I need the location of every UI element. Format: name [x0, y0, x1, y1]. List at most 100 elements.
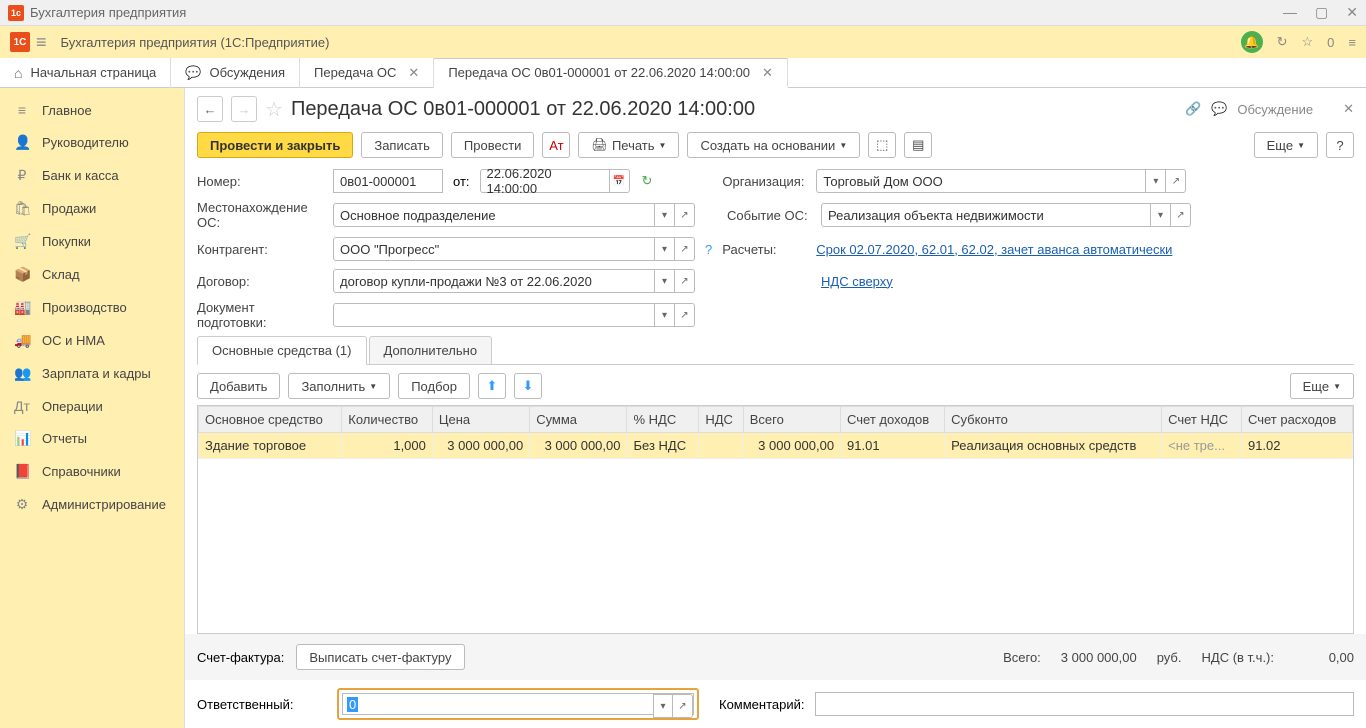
history-icon[interactable]: ↻ — [1277, 34, 1288, 50]
issue-invoice-button[interactable]: Выписать счет-фактуру — [296, 644, 464, 670]
column-header[interactable]: % НДС — [627, 407, 699, 433]
sidebar-item-2[interactable]: ₽Банк и касса — [0, 159, 184, 192]
calendar-icon[interactable]: 📅 — [610, 169, 630, 193]
tab-assets[interactable]: Основные средства (1) — [197, 336, 367, 365]
hamburger-icon[interactable]: ≡ — [36, 32, 47, 53]
close-icon[interactable]: ✕ — [762, 65, 773, 81]
sidebar-item-1[interactable]: 👤Руководителю — [0, 126, 184, 159]
column-header[interactable]: Счет расходов — [1241, 407, 1352, 433]
column-header[interactable]: Цена — [432, 407, 529, 433]
column-header[interactable]: Субконто — [945, 407, 1162, 433]
discuss-icon[interactable]: 💬 — [1211, 101, 1227, 117]
column-header[interactable]: Всего — [743, 407, 840, 433]
more-icon[interactable]: ≡ — [1348, 35, 1356, 50]
column-header[interactable]: НДС — [699, 407, 743, 433]
close-button[interactable]: ✕ — [1346, 4, 1358, 21]
post-button[interactable]: Провести — [451, 132, 535, 158]
move-up-button[interactable]: ⬆ — [478, 373, 506, 399]
forward-button[interactable]: → — [231, 96, 257, 122]
link-icon[interactable]: 🔗 — [1185, 101, 1201, 117]
column-header[interactable]: Счет НДС — [1162, 407, 1242, 433]
sidebar-label: Склад — [42, 267, 80, 282]
favorite-icon[interactable]: ☆ — [265, 97, 283, 122]
add-button[interactable]: Добавить — [197, 373, 280, 399]
sidebar-label: Производство — [42, 300, 127, 315]
table-more-button[interactable]: Еще ▼ — [1290, 373, 1354, 399]
maximize-button[interactable]: ▢ — [1315, 4, 1328, 21]
back-button[interactable]: ← — [197, 96, 223, 122]
help-button[interactable]: ? — [1326, 132, 1354, 158]
more-button[interactable]: Еще ▼ — [1254, 132, 1318, 158]
minimize-button[interactable]: — — [1283, 4, 1297, 21]
sidebar-item-9[interactable]: ДтОперации — [0, 390, 184, 422]
prep-input[interactable] — [333, 303, 655, 327]
vat-link[interactable]: НДС сверху — [821, 274, 893, 289]
dropdown-icon[interactable]: ▾ — [653, 694, 673, 718]
comment-input[interactable] — [815, 692, 1355, 716]
hierarchy-icon[interactable]: ⬚ — [868, 132, 896, 158]
sidebar-item-10[interactable]: 📊Отчеты — [0, 422, 184, 455]
sidebar-item-0[interactable]: ≡Главное — [0, 94, 184, 126]
post-and-close-button[interactable]: Провести и закрыть — [197, 132, 353, 158]
contract-input[interactable]: договор купли-продажи №3 от 22.06.2020 — [333, 269, 655, 293]
sidebar-item-12[interactable]: ⚙Администрирование — [0, 488, 184, 521]
help-icon[interactable]: ? — [705, 242, 712, 257]
sidebar-item-4[interactable]: 🛒Покупки — [0, 225, 184, 258]
column-header[interactable]: Количество — [342, 407, 433, 433]
open-icon[interactable]: ↗ — [675, 303, 695, 327]
document-icon[interactable]: ▤ — [904, 132, 932, 158]
sidebar-item-7[interactable]: 🚚ОС и НМА — [0, 324, 184, 357]
save-button[interactable]: Записать — [361, 132, 443, 158]
sidebar-item-5[interactable]: 📦 Склад — [0, 258, 184, 291]
dropdown-icon[interactable]: ▾ — [655, 203, 675, 227]
responsible-input[interactable]: 0 ▾ ↗ — [342, 693, 694, 715]
open-icon[interactable]: ↗ — [1166, 169, 1186, 193]
star-icon[interactable]: ☆ — [1302, 34, 1314, 50]
location-input[interactable]: Основное подразделение — [333, 203, 655, 227]
vat-label: НДС (в т.ч.): — [1202, 650, 1275, 665]
sidebar-item-11[interactable]: 📕Справочники — [0, 455, 184, 488]
number-input[interactable]: 0в01-000001 — [333, 169, 443, 193]
counterparty-input[interactable]: ООО "Прогресс" — [333, 237, 655, 261]
dropdown-icon[interactable]: ▾ — [655, 237, 675, 261]
assets-table[interactable]: Основное средствоКоличествоЦенаСумма% НД… — [197, 405, 1354, 634]
discuss-label[interactable]: Обсуждение — [1237, 102, 1313, 117]
date-input[interactable]: 22.06.2020 14:00:00 — [480, 169, 610, 193]
close-panel-icon[interactable]: ✕ — [1343, 101, 1354, 117]
column-header[interactable]: Сумма — [530, 407, 627, 433]
event-input[interactable]: Реализация объекта недвижимости — [821, 203, 1151, 227]
column-header[interactable]: Основное средство — [199, 407, 342, 433]
open-icon[interactable]: ↗ — [675, 203, 695, 227]
sidebar-item-8[interactable]: 👥Зарплата и кадры — [0, 357, 184, 390]
tab-home[interactable]: ⌂ Начальная страница — [0, 58, 171, 88]
tab-transfer-2[interactable]: Передача ОС 0в01-000001 от 22.06.2020 14… — [434, 58, 788, 88]
sidebar-icon: 📦 — [14, 266, 30, 283]
column-header[interactable]: Счет доходов — [841, 407, 945, 433]
org-input[interactable]: Торговый Дом ООО — [816, 169, 1146, 193]
dropdown-icon[interactable]: ▾ — [655, 269, 675, 293]
open-icon[interactable]: ↗ — [1171, 203, 1191, 227]
bell-icon[interactable]: 🔔 — [1241, 31, 1263, 53]
tab-label: Начальная страница — [30, 65, 156, 80]
dropdown-icon[interactable]: ▾ — [1146, 169, 1166, 193]
fill-button[interactable]: Заполнить ▼ — [288, 373, 390, 399]
dropdown-icon[interactable]: ▾ — [1151, 203, 1171, 227]
print-button[interactable]: 🖨 Печать ▼ — [578, 132, 679, 158]
sidebar-item-6[interactable]: 🏭Производство — [0, 291, 184, 324]
open-icon[interactable]: ↗ — [675, 237, 695, 261]
refresh-icon[interactable]: ↻ — [642, 173, 653, 189]
close-icon[interactable]: ✕ — [408, 65, 419, 81]
select-button[interactable]: Подбор — [398, 373, 470, 399]
tab-additional[interactable]: Дополнительно — [369, 336, 493, 364]
calc-link[interactable]: Срок 02.07.2020, 62.01, 62.02, зачет ава… — [816, 242, 1172, 257]
dtkt-button[interactable]: Ат — [542, 132, 570, 158]
move-down-button[interactable]: ⬇ — [514, 373, 542, 399]
tab-transfer-1[interactable]: Передача ОС ✕ — [300, 58, 434, 88]
create-based-button[interactable]: Создать на основании ▼ — [687, 132, 860, 158]
open-icon[interactable]: ↗ — [675, 269, 695, 293]
tab-discussions[interactable]: 💬 Обсуждения — [171, 58, 300, 88]
sidebar-item-3[interactable]: 🛍Продажи — [0, 192, 184, 225]
table-row[interactable]: Здание торговое 1,000 3 000 000,00 3 000… — [199, 433, 1353, 459]
open-icon[interactable]: ↗ — [673, 694, 693, 718]
dropdown-icon[interactable]: ▾ — [655, 303, 675, 327]
